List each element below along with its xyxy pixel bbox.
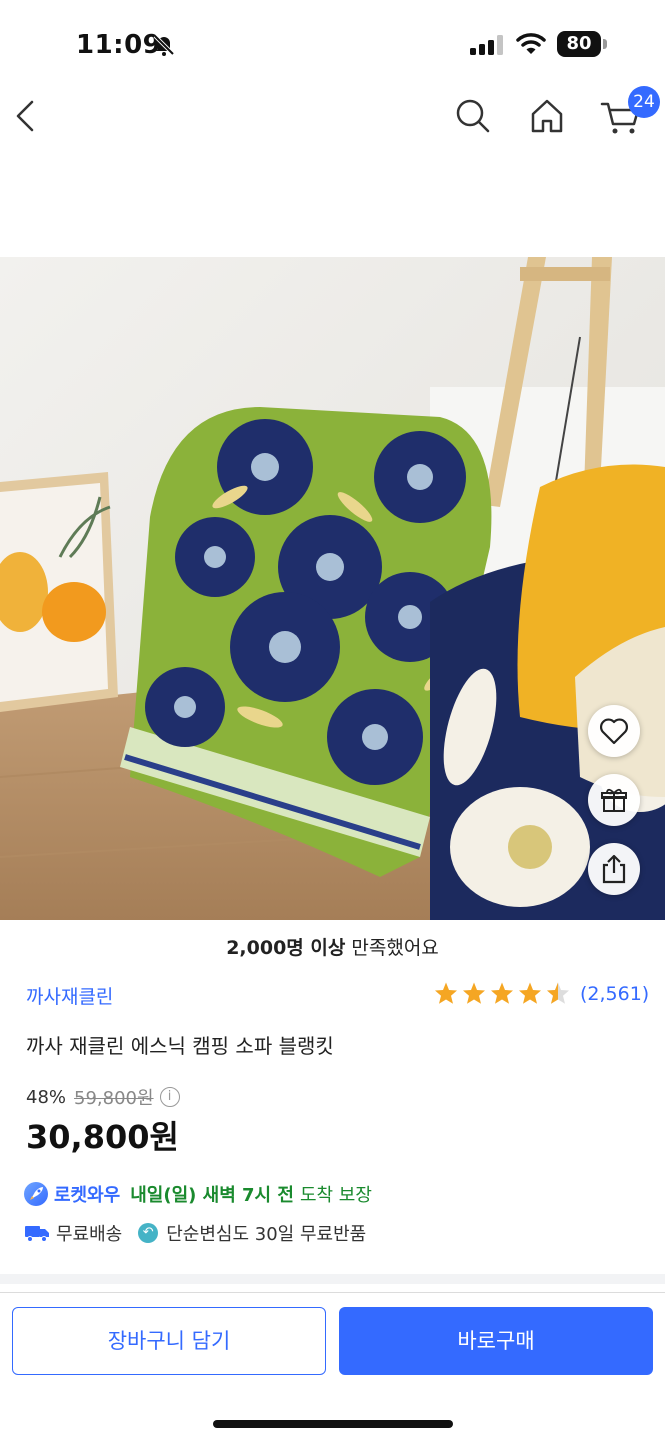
product-title: 까사 재클린 에스닉 캠핑 소파 블랭킷 [26, 1034, 334, 1058]
back-icon[interactable] [10, 96, 40, 136]
bell-slash-icon [153, 34, 175, 56]
share-button[interactable] [588, 843, 640, 895]
home-indicator[interactable] [213, 1420, 453, 1428]
status-time: 11:09 [76, 30, 162, 60]
satisfaction-text: 2,000명 이상 만족했어요 [0, 933, 665, 960]
gift-button[interactable] [588, 774, 640, 826]
delivery-row: 로켓와우 내일(일) 새벽 7시 전 도착 보장 [24, 1181, 372, 1207]
star-rating-icon [435, 982, 569, 1004]
wishlist-button[interactable] [588, 705, 640, 757]
blanket-photo [0, 257, 665, 920]
discount-row: 48% 59,800원 i [26, 1084, 180, 1110]
original-price: 59,800원 [74, 1088, 154, 1109]
battery-icon: 80 [557, 31, 607, 57]
cellular-signal-icon [470, 35, 503, 55]
sale-price: 30,800원 [26, 1118, 179, 1156]
buy-now-button[interactable]: 바로구매 [339, 1307, 653, 1375]
product-image[interactable] [0, 257, 665, 920]
add-to-cart-button[interactable]: 장바구니 담기 [12, 1307, 326, 1375]
section-divider [0, 1274, 665, 1284]
free-shipping-label: 무료배송 [56, 1224, 123, 1245]
heart-icon [600, 718, 628, 745]
satisfaction-count: 2,000명 이상 [226, 937, 346, 959]
return-icon: ↶ [138, 1223, 159, 1243]
satisfaction-label: 만족했어요 [345, 937, 439, 959]
discount-rate: 48% [26, 1086, 67, 1108]
info-icon[interactable]: i [159, 1087, 180, 1107]
cart-count-badge: 24 [628, 86, 660, 118]
nav-bar [0, 90, 665, 150]
shipping-row: 무료배송 ↶ 단순변심도 30일 무료반품 [24, 1220, 366, 1246]
status-bar: 11:09 80 [0, 0, 665, 90]
brand-link[interactable]: 까사재클린 [26, 982, 113, 1009]
arrival-time: 내일(일) 새벽 7시 전 [130, 1185, 294, 1206]
search-icon[interactable] [454, 97, 492, 135]
bottom-action-bar: 장바구니 담기 바로구매 [0, 1292, 665, 1440]
gift-icon [601, 788, 627, 812]
home-icon[interactable] [528, 97, 566, 135]
return-policy-label: 단순변심도 30일 무료반품 [166, 1224, 367, 1245]
share-icon [602, 854, 626, 884]
rocket-icon [24, 1182, 48, 1206]
review-count[interactable]: (2,561) [580, 983, 649, 1005]
rocket-wow-label: 로켓와우 [54, 1185, 121, 1206]
truck-icon [25, 1226, 49, 1242]
wifi-icon [516, 33, 546, 54]
arrival-guarantee: 도착 보장 [299, 1185, 372, 1206]
rating[interactable]: (2,561) [434, 980, 649, 1008]
battery-level: 80 [566, 33, 592, 54]
